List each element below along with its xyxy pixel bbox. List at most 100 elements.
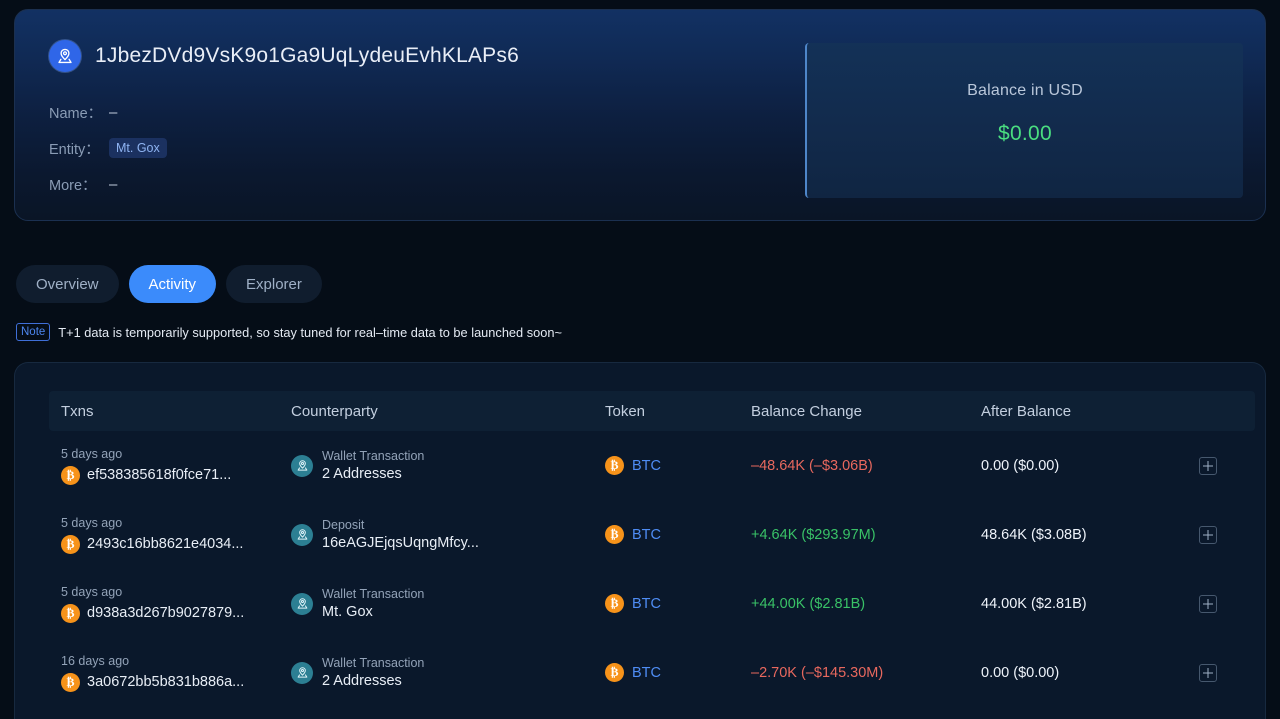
row-token-symbol[interactable]: BTC <box>632 458 661 474</box>
row-after-balance: 44.00K ($2.81B) <box>981 596 1087 612</box>
row-after-balance: 0.00 ($0.00) <box>981 458 1059 474</box>
row-after-balance: 0.00 ($0.00) <box>981 665 1059 681</box>
cell-counterparty: Wallet Transaction 2 Addresses <box>281 638 595 707</box>
location-pin-icon <box>291 455 313 477</box>
cell-actions <box>1185 638 1255 707</box>
cell-txns: 5 days ago ₿ d938a3d267b9027879... <box>49 569 281 638</box>
row-tx-hash[interactable]: 2493c16bb8621e4034... <box>87 536 243 552</box>
bitcoin-coin-icon: ₿ <box>605 594 624 613</box>
tab-activity[interactable]: Activity <box>129 265 217 303</box>
cell-token: ₿BTC <box>595 431 741 500</box>
tab-bar: Overview Activity Explorer <box>16 265 322 303</box>
bitcoin-coin-icon: ₿ <box>61 604 80 623</box>
row-party-name[interactable]: Mt. Gox <box>322 604 424 620</box>
entity-chip[interactable]: Mt. Gox <box>109 138 167 158</box>
table-row[interactable]: 5 days ago ₿ 2493c16bb8621e4034... Deposit 1… <box>49 500 1255 569</box>
cell-txns: 5 days ago ₿ ef538385618f0fce71... <box>49 431 281 500</box>
plus-square-icon[interactable] <box>1199 595 1217 613</box>
page-root: 1JbezDVd9VsK9o1Ga9UqLydeuEvhKLAPs6 Name：… <box>0 0 1280 719</box>
meta-value-more: – <box>109 176 117 193</box>
row-timestamp: 16 days ago <box>61 654 271 668</box>
tab-overview[interactable]: Overview <box>16 265 119 303</box>
plus-square-icon[interactable] <box>1199 664 1217 682</box>
row-balance-change: –2.70K (–$145.30M) <box>751 665 883 681</box>
table-row[interactable]: 5 days ago ₿ d938a3d267b9027879... Wallet T… <box>49 569 1255 638</box>
row-party-type: Deposit <box>322 518 479 532</box>
row-timestamp: 5 days ago <box>61 447 271 461</box>
cell-txns: 16 days ago ₿ 3a0672bb5b831b886a... <box>49 638 281 707</box>
cell-after-balance: 0.00 ($0.00) <box>971 431 1185 500</box>
bitcoin-coin-icon: ₿ <box>61 466 80 485</box>
cell-after-balance: 0.00 ($0.00) <box>971 638 1185 707</box>
table-row[interactable]: 5 days ago ₿ ef538385618f0fce71... Wallet T… <box>49 431 1255 500</box>
column-header-actions <box>1185 391 1255 431</box>
cell-actions <box>1185 569 1255 638</box>
cell-balance-change: –48.64K (–$3.06B) <box>741 431 971 500</box>
table-header-row: Txns Counterparty Token Balance Change A… <box>49 391 1255 431</box>
bitcoin-coin-icon: ₿ <box>605 525 624 544</box>
meta-label-more: More： <box>49 174 109 195</box>
profile-header-card: 1JbezDVd9VsK9o1Ga9UqLydeuEvhKLAPs6 Name：… <box>14 9 1266 221</box>
row-party-type: Wallet Transaction <box>322 656 424 670</box>
row-party-type: Wallet Transaction <box>322 449 424 463</box>
cell-counterparty: Wallet Transaction Mt. Gox <box>281 569 595 638</box>
tab-explorer[interactable]: Explorer <box>226 265 322 303</box>
balance-label: Balance in USD <box>967 82 1083 100</box>
cell-actions <box>1185 431 1255 500</box>
wallet-address: 1JbezDVd9VsK9o1Ga9UqLydeuEvhKLAPs6 <box>95 44 519 68</box>
row-token-symbol[interactable]: BTC <box>632 665 661 681</box>
row-tx-hash[interactable]: ef538385618f0fce71... <box>87 467 231 483</box>
cell-txns: 5 days ago ₿ 2493c16bb8621e4034... <box>49 500 281 569</box>
row-party-name[interactable]: 2 Addresses <box>322 466 424 482</box>
balance-panel: Balance in USD $0.00 <box>805 43 1243 198</box>
row-party-name[interactable]: 2 Addresses <box>322 673 424 689</box>
column-header-token: Token <box>595 391 741 431</box>
row-after-balance: 48.64K ($3.08B) <box>981 527 1087 543</box>
bitcoin-coin-icon: ₿ <box>61 673 80 692</box>
row-tx-hash[interactable]: d938a3d267b9027879... <box>87 605 244 621</box>
note-banner: Note T+1 data is temporarily supported, … <box>16 323 562 341</box>
note-badge: Note <box>16 323 50 341</box>
activity-table: Txns Counterparty Token Balance Change A… <box>49 391 1255 707</box>
row-balance-change: +4.64K ($293.97M) <box>751 527 876 543</box>
activity-table-card: Txns Counterparty Token Balance Change A… <box>14 362 1266 719</box>
location-pin-icon <box>291 662 313 684</box>
cell-token: ₿ BTC <box>595 500 741 569</box>
column-header-counterparty: Counterparty <box>281 391 595 431</box>
row-timestamp: 5 days ago <box>61 585 271 599</box>
column-header-balance-change: Balance Change <box>741 391 971 431</box>
location-pin-icon <box>291 593 313 615</box>
cell-counterparty: Wallet Transaction 2 Addresses <box>281 431 595 500</box>
cell-balance-change: –2.70K (–$145.30M) <box>741 638 971 707</box>
row-timestamp: 5 days ago <box>61 516 271 530</box>
cell-token: ₿ BTC <box>595 569 741 638</box>
table-row[interactable]: 16 days ago ₿ 3a0672bb5b831b886a... Wallet … <box>49 638 1255 707</box>
meta-label-name: Name： <box>49 102 109 123</box>
cell-balance-change: +44.00K ($2.81B) <box>741 569 971 638</box>
plus-square-icon[interactable] <box>1199 457 1217 475</box>
row-tx-hash[interactable]: 3a0672bb5b831b886a... <box>87 674 244 690</box>
row-balance-change: –48.64K (–$3.06B) <box>751 458 873 474</box>
bitcoin-coin-icon: ₿ <box>605 663 624 682</box>
table-body: 5 days ago ₿ ef538385618f0fce71... Wallet T… <box>49 431 1255 707</box>
location-pin-icon <box>49 40 81 72</box>
column-header-after-balance: After Balance <box>971 391 1185 431</box>
location-pin-icon <box>291 524 313 546</box>
cell-token: ₿ BTC <box>595 638 741 707</box>
row-party-type: Wallet Transaction <box>322 587 424 601</box>
meta-label-entity: Entity： <box>49 138 109 159</box>
row-party-name[interactable]: 16eAGJEjqsUqngMfcy... <box>322 535 479 551</box>
bitcoin-coin-icon: ₿ <box>61 535 80 554</box>
balance-value: $0.00 <box>998 122 1052 146</box>
row-token-symbol[interactable]: BTC <box>632 527 661 543</box>
table-header: Txns Counterparty Token Balance Change A… <box>49 391 1255 431</box>
row-token-symbol[interactable]: BTC <box>632 596 661 612</box>
column-header-txns: Txns <box>49 391 281 431</box>
cell-actions <box>1185 500 1255 569</box>
cell-counterparty: Deposit 16eAGJEjqsUqngMfcy... <box>281 500 595 569</box>
plus-square-icon[interactable] <box>1199 526 1217 544</box>
cell-after-balance: 48.64K ($3.08B) <box>971 500 1185 569</box>
cell-after-balance: 44.00K ($2.81B) <box>971 569 1185 638</box>
cell-balance-change: +4.64K ($293.97M) <box>741 500 971 569</box>
note-text: T+1 data is temporarily supported, so st… <box>58 325 562 340</box>
